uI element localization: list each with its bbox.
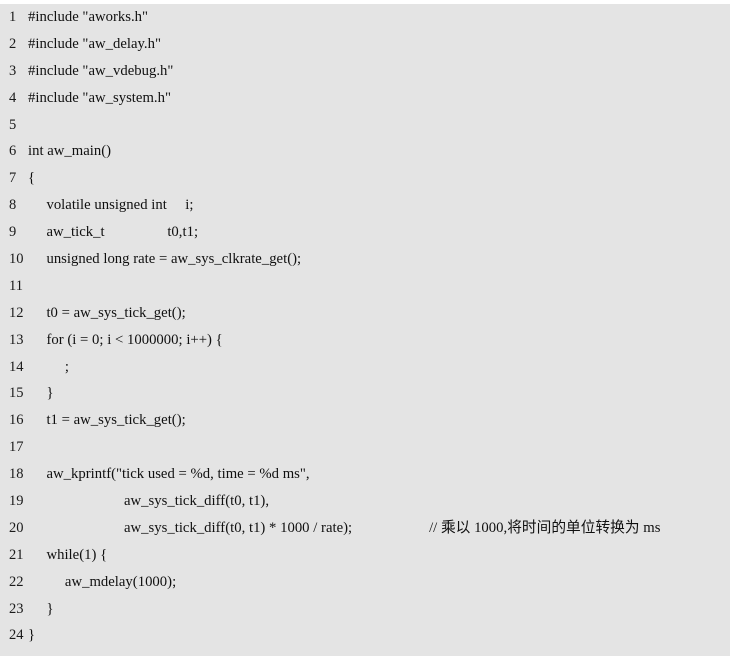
line-number: 6 [9,143,17,160]
line-number: 11 [9,277,23,294]
line-code: int aw_main() [28,143,112,160]
code-block: 1 #include "aworks.h" 2 #include "aw_delay.… [0,0,739,660]
code-line: 20 aw_sys_tick_diff(t0, t1) * 1000 / rat… [0,515,730,542]
line-code: } [28,385,54,402]
code-line: 10 unsigned long rate = aw_sys_clkrate_g… [0,246,730,273]
line-code: { [28,170,36,187]
line-number: 17 [9,439,24,456]
code-line: 3 #include "aw_vdebug.h" [0,58,730,85]
code-line: 17 [0,434,730,461]
line-number: 22 [9,573,24,590]
code-line: 21 while(1) { [0,542,730,569]
line-number: 24 [9,627,24,644]
line-number: 18 [9,466,24,483]
code-line: 1 #include "aworks.h" [0,4,730,31]
line-code: } [28,600,54,617]
code-line: 16 t1 = aw_sys_tick_get(); [0,407,730,434]
line-number: 19 [9,493,24,510]
line-number: 15 [9,385,24,402]
line-code: #include "aw_delay.h" [28,35,161,52]
code-line: 2 #include "aw_delay.h" [0,31,730,58]
line-code: t1 = aw_sys_tick_get(); [28,412,186,429]
code-line: 9 aw_tick_t t0,t1; [0,219,730,246]
code-line: 19 aw_sys_tick_diff(t0, t1), [0,488,730,515]
code-line: 4 #include "aw_system.h" [0,85,730,112]
line-number: 14 [9,358,24,375]
line-number: 1 [9,9,17,25]
line-code: unsigned long rate = aw_sys_clkrate_get(… [28,251,302,268]
line-number: 9 [9,224,17,241]
line-number: 7 [9,170,17,187]
line-code: aw_tick_t t0,t1; [28,224,199,241]
line-code: aw_sys_tick_diff(t0, t1), [28,493,270,510]
line-comment: // 乘以 1000,将时间的单位转换为 ms [429,519,661,536]
line-code: t0 = aw_sys_tick_get(); [28,304,186,321]
line-code: aw_sys_tick_diff(t0, t1) * 1000 / rate); [28,519,360,536]
code-line: 24} [0,622,730,649]
line-number: 20 [9,519,24,536]
line-number: 10 [9,251,24,268]
line-number: 8 [9,197,17,214]
line-code: aw_mdelay(1000); [28,573,177,590]
line-number: 4 [9,89,17,106]
line-number: 3 [9,62,17,79]
code-line: 11 [0,273,730,300]
code-line: 5 [0,112,730,139]
line-code: volatile unsigned int i; [28,197,194,214]
line-number: 2 [9,35,17,52]
code-line: 22 aw_mdelay(1000); [0,569,730,596]
code-line: 18 aw_kprintf("tick used = %d, time = %d… [0,461,730,488]
line-number: 12 [9,304,24,321]
line-code: } [28,627,36,644]
code-surface: 1 #include "aworks.h" 2 #include "aw_delay.… [0,4,730,656]
line-code: ; [28,358,70,375]
line-number: 21 [9,546,24,563]
code-line: 15 } [0,380,730,407]
line-code: #include "aw_vdebug.h" [28,62,174,79]
line-code: aw_kprintf("tick used = %d, time = %d ms… [28,466,310,483]
code-line: 14 ; [0,354,730,381]
line-number: 23 [9,600,24,617]
line-code: while(1) { [28,546,108,563]
code-line: 13 for (i = 0; i < 1000000; i++) { [0,327,730,354]
code-line: 7{ [0,165,730,192]
line-number: 5 [9,116,17,133]
code-line: 8 volatile unsigned int i; [0,192,730,219]
line-number: 13 [9,331,24,348]
code-line: 23 } [0,596,730,623]
code-line: 12 t0 = aw_sys_tick_get(); [0,300,730,327]
line-code: #include "aworks.h" [28,9,149,25]
code-line: 6 int aw_main() [0,138,730,165]
line-number: 16 [9,412,24,429]
line-code: for (i = 0; i < 1000000; i++) { [28,331,223,348]
line-code: #include "aw_system.h" [28,89,171,106]
